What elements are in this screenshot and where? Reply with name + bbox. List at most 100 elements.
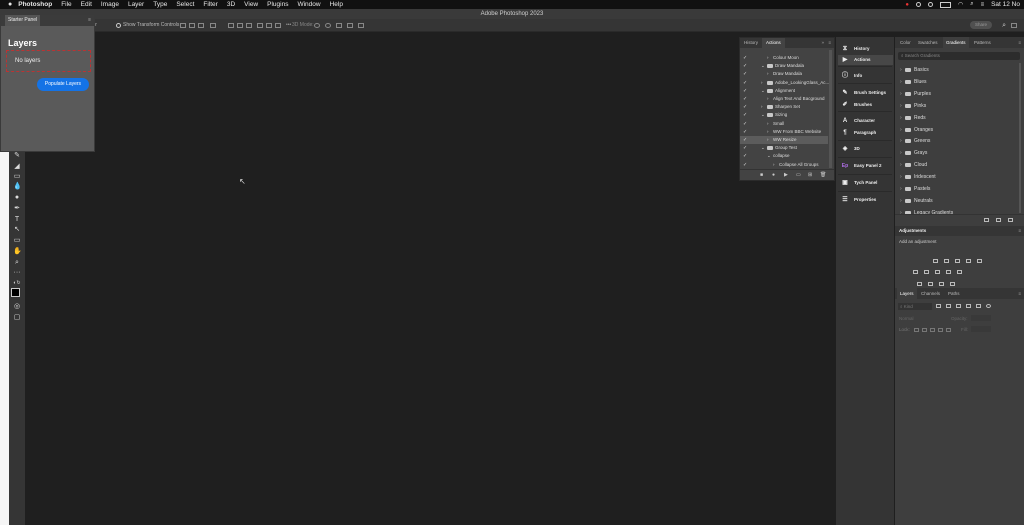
distribute-2-icon[interactable] xyxy=(237,23,243,28)
spotlight-icon[interactable]: ⌕ xyxy=(970,1,973,8)
3d-rotate-icon[interactable] xyxy=(314,23,320,28)
gradient-folder-row[interactable]: › Pastels xyxy=(899,184,1019,194)
vibrance-adjustment-icon[interactable] xyxy=(977,259,982,263)
action-enabled-checkmark-icon[interactable]: ✓ xyxy=(743,87,747,95)
menu-plugins[interactable]: Plugins xyxy=(267,1,288,8)
play-icon[interactable]: ▶ xyxy=(784,172,788,178)
channel-mixer-adjustment-icon[interactable] xyxy=(957,270,962,274)
lock-all-icon[interactable] xyxy=(946,328,951,332)
gradient-tool-icon[interactable]: ▭ xyxy=(13,173,21,181)
menu-select[interactable]: Select xyxy=(176,1,194,8)
actions-scrollbar[interactable] xyxy=(829,50,832,168)
tab-patterns[interactable]: Patterns xyxy=(971,37,994,48)
action-enabled-checkmark-icon[interactable]: ✓ xyxy=(743,144,747,152)
gradient-folder-row[interactable]: › Purples xyxy=(899,89,1019,99)
exposure-adjustment-icon[interactable] xyxy=(966,259,971,263)
filter-shape-icon[interactable] xyxy=(966,304,971,308)
action-enabled-checkmark-icon[interactable]: ✓ xyxy=(743,152,747,160)
gradient-folder-row[interactable]: › Pinks xyxy=(899,101,1019,111)
expand-arrow-closed-icon[interactable]: › xyxy=(767,95,769,103)
layer-kind-filter[interactable]: ⌕ Kind xyxy=(898,303,932,310)
hue-saturation-adjustment-icon[interactable] xyxy=(913,270,918,274)
action-row[interactable]: ✓ › WW From BBC Website xyxy=(740,128,828,136)
zoom-tool-icon[interactable]: ⌕ xyxy=(13,259,21,267)
tab-channels[interactable]: Channels xyxy=(918,288,943,299)
action-row[interactable]: ✓ ⌄ Alignment xyxy=(740,87,828,95)
collapse-panel-icon[interactable]: » xyxy=(821,40,824,45)
gradient-folder-row[interactable]: › Cloud xyxy=(899,160,1019,170)
more-tools-icon[interactable]: ··· xyxy=(13,269,21,277)
rectangle-tool-icon[interactable]: ▭ xyxy=(13,237,21,245)
distribute-6-icon[interactable] xyxy=(275,23,281,28)
expand-arrow-closed-icon[interactable]: › xyxy=(773,161,775,169)
lock-pixels-icon[interactable] xyxy=(922,328,927,332)
expand-arrow-closed-icon[interactable]: › xyxy=(767,128,769,136)
chevron-right-icon[interactable]: › xyxy=(900,196,902,206)
tab-layers[interactable]: Layers xyxy=(897,288,917,299)
tab-gradients[interactable]: Gradients xyxy=(943,37,969,48)
expand-arrow-open-icon[interactable]: ⌄ xyxy=(761,144,765,152)
battery-icon[interactable] xyxy=(939,1,951,8)
dock-item[interactable]: ¶ Paragraph xyxy=(838,128,893,138)
new-group-icon[interactable] xyxy=(984,218,989,222)
menu-image[interactable]: Image xyxy=(101,1,119,8)
hand-tool-icon[interactable]: ✋ xyxy=(13,248,22,256)
dock-item[interactable]: Ep Easy Panel 2 xyxy=(838,161,893,171)
starter-panel-tab[interactable]: Starter Panel xyxy=(5,15,41,26)
dock-item[interactable]: ◈ 3D xyxy=(838,144,893,154)
actions-panel-menu-icon[interactable]: ≡ xyxy=(828,40,831,45)
dock-item[interactable]: ☰ Properties xyxy=(838,195,893,205)
action-row[interactable]: ✓ ⌄ Group Test xyxy=(740,144,828,152)
screen-mode-icon[interactable]: ▢ xyxy=(13,314,21,322)
quick-mask-icon[interactable]: ◎ xyxy=(13,303,21,311)
expand-arrow-closed-icon[interactable]: › xyxy=(767,136,769,144)
adjustments-menu-icon[interactable]: ≡ xyxy=(1018,226,1021,236)
gradients-menu-icon[interactable]: ≡ xyxy=(1018,40,1021,45)
gradient-folder-row[interactable]: › Neutrals xyxy=(899,196,1019,206)
status-circle-icon[interactable] xyxy=(915,2,921,7)
action-row[interactable]: ✓ › Colour Moon xyxy=(740,54,828,62)
action-row[interactable]: ✓ › Draw Mandala xyxy=(740,70,828,78)
curves-adjustment-icon[interactable] xyxy=(955,259,960,263)
foreground-color-swatch[interactable] xyxy=(11,288,20,297)
chevron-right-icon[interactable]: › xyxy=(900,89,902,99)
align-center-icon[interactable] xyxy=(189,23,195,28)
expand-arrow-open-icon[interactable]: ⌄ xyxy=(761,62,765,70)
panel-menu-icon[interactable]: ≡ xyxy=(88,15,91,26)
menu-help[interactable]: Help xyxy=(330,1,343,8)
threshold-adjustment-icon[interactable] xyxy=(950,282,955,286)
opacity-input[interactable] xyxy=(971,315,991,321)
apple-menu-icon[interactable]: ● xyxy=(8,1,12,8)
filter-type-icon[interactable] xyxy=(956,304,961,308)
action-row[interactable]: ✓ ⌄ Sizing xyxy=(740,111,828,119)
dock-item[interactable]: ✐ Brushes xyxy=(838,100,893,110)
distribute-1-icon[interactable] xyxy=(228,23,234,28)
gradient-folder-row[interactable]: › Oranges xyxy=(899,125,1019,135)
creative-cloud-icon[interactable]: ● xyxy=(905,2,909,8)
adjustments-title[interactable]: Adjustments xyxy=(899,228,926,233)
stop-icon[interactable]: ■ xyxy=(760,172,763,178)
expand-arrow-closed-icon[interactable]: › xyxy=(761,103,763,111)
action-enabled-checkmark-icon[interactable]: ✓ xyxy=(743,54,747,62)
dock-item[interactable]: A Character xyxy=(838,116,893,126)
action-enabled-checkmark-icon[interactable]: ✓ xyxy=(743,128,747,136)
filter-toggle-icon[interactable] xyxy=(986,304,991,308)
type-tool-icon[interactable]: T xyxy=(13,216,21,224)
dock-item[interactable]: ✎ Brush Settings xyxy=(838,88,893,98)
posterize-adjustment-icon[interactable] xyxy=(939,282,944,286)
menu-3d[interactable]: 3D xyxy=(227,1,235,8)
new-action-icon[interactable]: ⊞ xyxy=(808,172,812,178)
tab-paths[interactable]: Paths xyxy=(945,288,963,299)
chevron-right-icon[interactable]: › xyxy=(900,160,902,170)
dock-item[interactable]: ▣ Tych Panel xyxy=(838,178,893,188)
action-row[interactable]: ✓ › Align Text And Bacground xyxy=(740,95,828,103)
chevron-right-icon[interactable]: › xyxy=(900,136,902,146)
expand-arrow-closed-icon[interactable]: › xyxy=(767,54,769,62)
menu-window[interactable]: Window xyxy=(297,1,320,8)
action-enabled-checkmark-icon[interactable]: ✓ xyxy=(743,120,747,128)
gradient-folder-row[interactable]: › Greens xyxy=(899,136,1019,146)
pen-tool-icon[interactable]: ✒ xyxy=(13,205,21,213)
3d-slide-icon[interactable] xyxy=(347,23,353,28)
tab-actions[interactable]: Actions xyxy=(762,38,785,48)
share-button[interactable]: Share xyxy=(970,21,992,29)
